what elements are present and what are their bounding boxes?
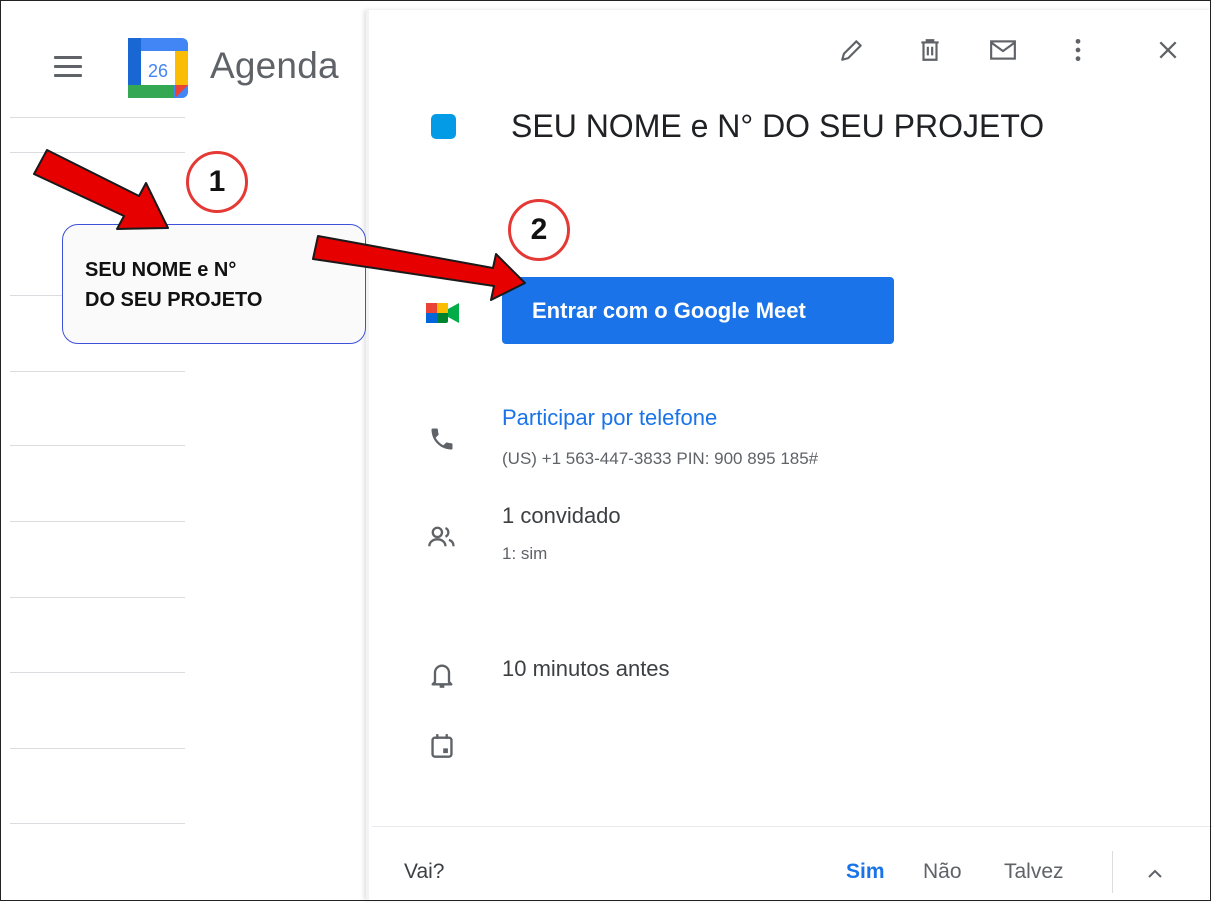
step-2-badge: 2 (508, 199, 570, 261)
rsvp-question: Vai? (404, 860, 445, 883)
grid-line (10, 152, 185, 153)
email-envelope-icon[interactable] (985, 32, 1021, 68)
panel-divider (366, 10, 369, 900)
more-vert-icon[interactable] (1060, 32, 1096, 68)
delete-trash-icon[interactable] (912, 32, 948, 68)
rsvp-no-button[interactable]: Não (923, 860, 962, 884)
join-google-meet-button[interactable]: Entrar com o Google Meet (502, 277, 894, 344)
bell-reminder-icon (425, 658, 459, 692)
google-calendar-logo-icon: 26 (127, 37, 189, 99)
hamburger-menu-icon[interactable] (54, 56, 82, 80)
calendar-sidebar (10, 10, 366, 900)
grid-line (10, 521, 185, 522)
guest-count: 1 convidado (502, 503, 621, 528)
phone-icon (425, 422, 459, 456)
rsvp-yes-button[interactable]: Sim (846, 860, 885, 884)
reminder-text: 10 minutos antes (502, 656, 670, 681)
app-title: Agenda (210, 45, 339, 86)
callout-line-2: DO SEU PROJETO (85, 289, 263, 311)
grid-line (10, 748, 185, 749)
guests-icon (425, 520, 459, 554)
google-meet-icon (426, 300, 460, 326)
close-icon[interactable] (1150, 32, 1186, 68)
calendar-event-icon (425, 729, 459, 763)
annotation-callout: SEU NOME e N° DO SEU PROJETO (62, 224, 366, 344)
grid-line (10, 823, 185, 824)
event-title: SEU NOME e N° DO SEU PROJETO (511, 108, 1045, 144)
step-1-badge: 1 (186, 151, 248, 213)
footer-divider (372, 826, 1212, 827)
chevron-up-icon[interactable] (1143, 862, 1167, 886)
grid-line (10, 117, 185, 118)
guest-response-summary: 1: sim (502, 544, 548, 563)
grid-line (10, 672, 185, 673)
footer-separator (1112, 851, 1113, 893)
grid-line (10, 371, 185, 372)
edit-pencil-icon[interactable] (834, 32, 870, 68)
join-by-phone-link[interactable]: Participar por telefone (502, 405, 717, 431)
calendar-day-number: 26 (148, 61, 168, 81)
rsvp-maybe-button[interactable]: Talvez (1004, 860, 1064, 884)
callout-line-1: SEU NOME e N° (85, 259, 237, 281)
grid-line (10, 597, 185, 598)
grid-line (10, 445, 185, 446)
event-color-swatch (431, 114, 456, 139)
phone-number-pin: (US) +1 563-447-3833 PIN: 900 895 185# (502, 449, 819, 468)
